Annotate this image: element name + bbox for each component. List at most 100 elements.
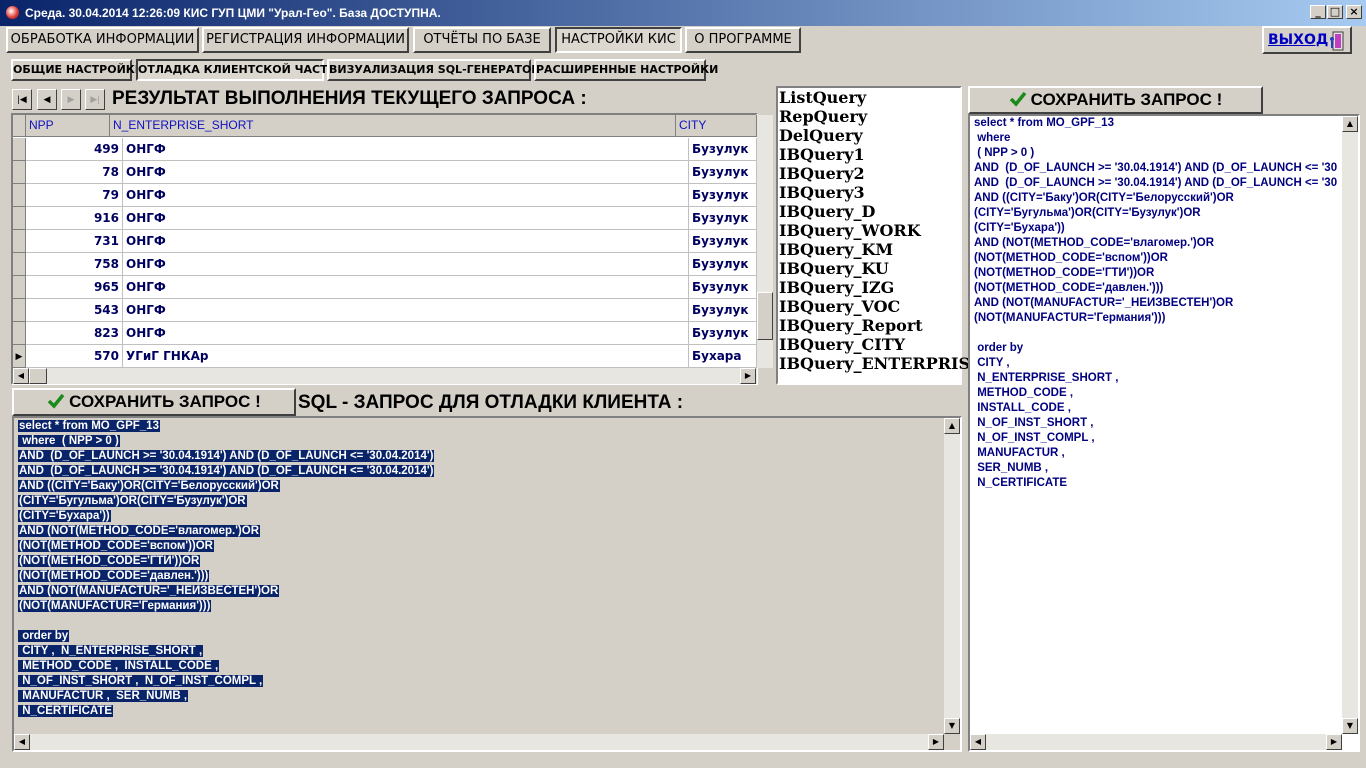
cell-npp[interactable]: 731 [26,230,123,253]
cell-npp[interactable]: 758 [26,253,123,276]
cell-enterprise[interactable]: УГиГ ГНКАр [123,345,689,368]
cell-enterprise[interactable]: ОНГФ [123,161,689,184]
list-item[interactable]: DelQuery [779,126,863,145]
cell-city[interactable]: Бузулук [689,230,757,253]
cell-enterprise[interactable]: ОНГФ [123,230,689,253]
cell-enterprise[interactable]: ОНГФ [123,138,689,161]
sql-vscroll-track[interactable] [1342,116,1358,734]
tab-registration[interactable]: РЕГИСТРАЦИЯ ИНФОРМАЦИИ [202,27,409,53]
list-item[interactable]: RepQuery [779,107,867,126]
grid-vscroll-thumb[interactable] [757,292,773,340]
row-indicator[interactable] [13,184,26,207]
grid-hscroll-track[interactable] [13,368,757,384]
tab-settings[interactable]: НАСТРОЙКИ КИС [555,27,682,53]
list-item[interactable]: IBQuery_ENTERPRISE [779,354,982,373]
table-row[interactable]: 823 ОНГФ Бузулук [13,322,757,345]
tab-about[interactable]: О ПРОГРАММЕ [685,27,801,53]
list-item[interactable]: IBQuery2 [779,164,865,183]
maximize-button[interactable]: □ [1327,5,1343,19]
row-indicator[interactable] [13,138,26,161]
cell-enterprise[interactable]: ОНГФ [123,322,689,345]
row-indicator[interactable] [13,161,26,184]
sql-hscroll-track[interactable] [970,734,1342,750]
save-query-button-left[interactable]: СОХРАНИТЬ ЗАПРОС ! [12,388,296,416]
table-row[interactable]: 79 ОНГФ Бузулук [13,184,757,207]
sql-scroll-left-button[interactable]: ◀ [970,734,986,750]
list-item[interactable]: IBQuery_KU [779,259,889,278]
minimize-button[interactable]: _ [1310,5,1326,19]
cell-enterprise[interactable]: ОНГФ [123,184,689,207]
row-indicator[interactable]: ▶ [13,345,26,368]
column-header-enterprise[interactable]: N_ENTERPRISE_SHORT [110,115,676,137]
list-item[interactable]: IBQuery1 [779,145,865,164]
row-indicator[interactable] [13,230,26,253]
cell-npp[interactable]: 965 [26,276,123,299]
sql-scroll-up-button[interactable]: ▲ [1342,116,1358,132]
debug-scroll-right-button[interactable]: ▶ [928,734,944,750]
column-header-city[interactable]: CITY [676,115,757,137]
debug-scroll-left-button[interactable]: ◀ [14,734,30,750]
cell-npp[interactable]: 570 [26,345,123,368]
list-item[interactable]: IBQuery_KM [779,240,893,259]
list-item[interactable]: IBQuery_WORK [779,221,921,240]
cell-npp[interactable]: 543 [26,299,123,322]
cell-npp[interactable]: 499 [26,138,123,161]
column-header-npp[interactable]: NPP [26,115,110,137]
debug-hscroll-track[interactable] [14,734,944,750]
cell-npp[interactable]: 78 [26,161,123,184]
grid-scroll-right-button[interactable]: ▶ [740,368,756,384]
cell-npp[interactable]: 823 [26,322,123,345]
cell-enterprise[interactable]: ОНГФ [123,276,689,299]
table-row[interactable]: 78 ОНГФ Бузулук [13,161,757,184]
table-row[interactable]: 965 ОНГФ Бузулук [13,276,757,299]
debug-scroll-up-button[interactable]: ▲ [944,418,960,434]
nav-last-button[interactable]: ▶| [85,89,105,110]
cell-city[interactable]: Бузулук [689,138,757,161]
subtab-client-debug[interactable]: ОТЛАДКА КЛИЕНТСКОЙ ЧАСТИ [136,59,337,81]
list-item[interactable]: ListQuery [779,88,866,107]
cell-enterprise[interactable]: ОНГФ [123,207,689,230]
close-button[interactable]: × [1346,5,1362,19]
sql-scroll-down-button[interactable]: ▼ [1342,718,1358,734]
cell-city[interactable]: Бузулук [689,161,757,184]
subtab-sql-visualization[interactable]: ВИЗУАЛИЗАЦИЯ SQL-ГЕНЕРАТОРА [327,59,548,81]
nav-first-button[interactable]: |◀ [12,89,32,110]
debug-vscroll-track[interactable] [944,418,960,734]
row-indicator[interactable] [13,322,26,345]
subtab-general[interactable]: ОБЩИЕ НАСТРОЙКИ [11,59,144,81]
list-item[interactable]: IBQuery_VOC [779,297,900,316]
grid-hscroll-thumb[interactable] [29,368,47,384]
cell-city[interactable]: Бухара [689,345,757,368]
nav-prev-button[interactable]: ◀ [37,89,57,110]
row-indicator[interactable] [13,253,26,276]
list-item[interactable]: IBQuery_CITY [779,335,905,354]
nav-next-button[interactable]: ▶ [61,89,81,110]
cell-city[interactable]: Бузулук [689,207,757,230]
cell-city[interactable]: Бузулук [689,322,757,345]
sql-scroll-right-button[interactable]: ▶ [1326,734,1342,750]
list-item[interactable]: IBQuery_D [779,202,875,221]
row-indicator[interactable] [13,276,26,299]
list-item[interactable]: IBQuery_Report [779,316,923,335]
row-indicator[interactable] [13,299,26,322]
tab-processing[interactable]: ОБРАБОТКА ИНФОРМАЦИИ [6,27,199,53]
table-row[interactable]: ▶ 570 УГиГ ГНКАр Бухара [13,345,757,368]
table-row[interactable]: 916 ОНГФ Бузулук [13,207,757,230]
cell-city[interactable]: Бузулук [689,184,757,207]
debug-scroll-down-button[interactable]: ▼ [944,718,960,734]
cell-city[interactable]: Бузулук [689,299,757,322]
grid-scroll-left-button[interactable]: ◀ [13,368,29,384]
tab-reports[interactable]: ОТЧЁТЫ ПО БАЗЕ [413,27,551,53]
table-row[interactable]: 499 ОНГФ Бузулук [13,138,757,161]
cell-enterprise[interactable]: ОНГФ [123,299,689,322]
table-row[interactable]: 758 ОНГФ Бузулук [13,253,757,276]
cell-city[interactable]: Бузулук [689,253,757,276]
cell-npp[interactable]: 79 [26,184,123,207]
list-item[interactable]: IBQuery_IZG [779,278,894,297]
table-row[interactable]: 731 ОНГФ Бузулук [13,230,757,253]
row-indicator[interactable] [13,207,26,230]
exit-button[interactable]: ВЫХОД [1262,26,1352,54]
cell-enterprise[interactable]: ОНГФ [123,253,689,276]
list-item[interactable]: IBQuery3 [779,183,865,202]
save-query-button-right[interactable]: СОХРАНИТЬ ЗАПРОС ! [968,86,1263,114]
